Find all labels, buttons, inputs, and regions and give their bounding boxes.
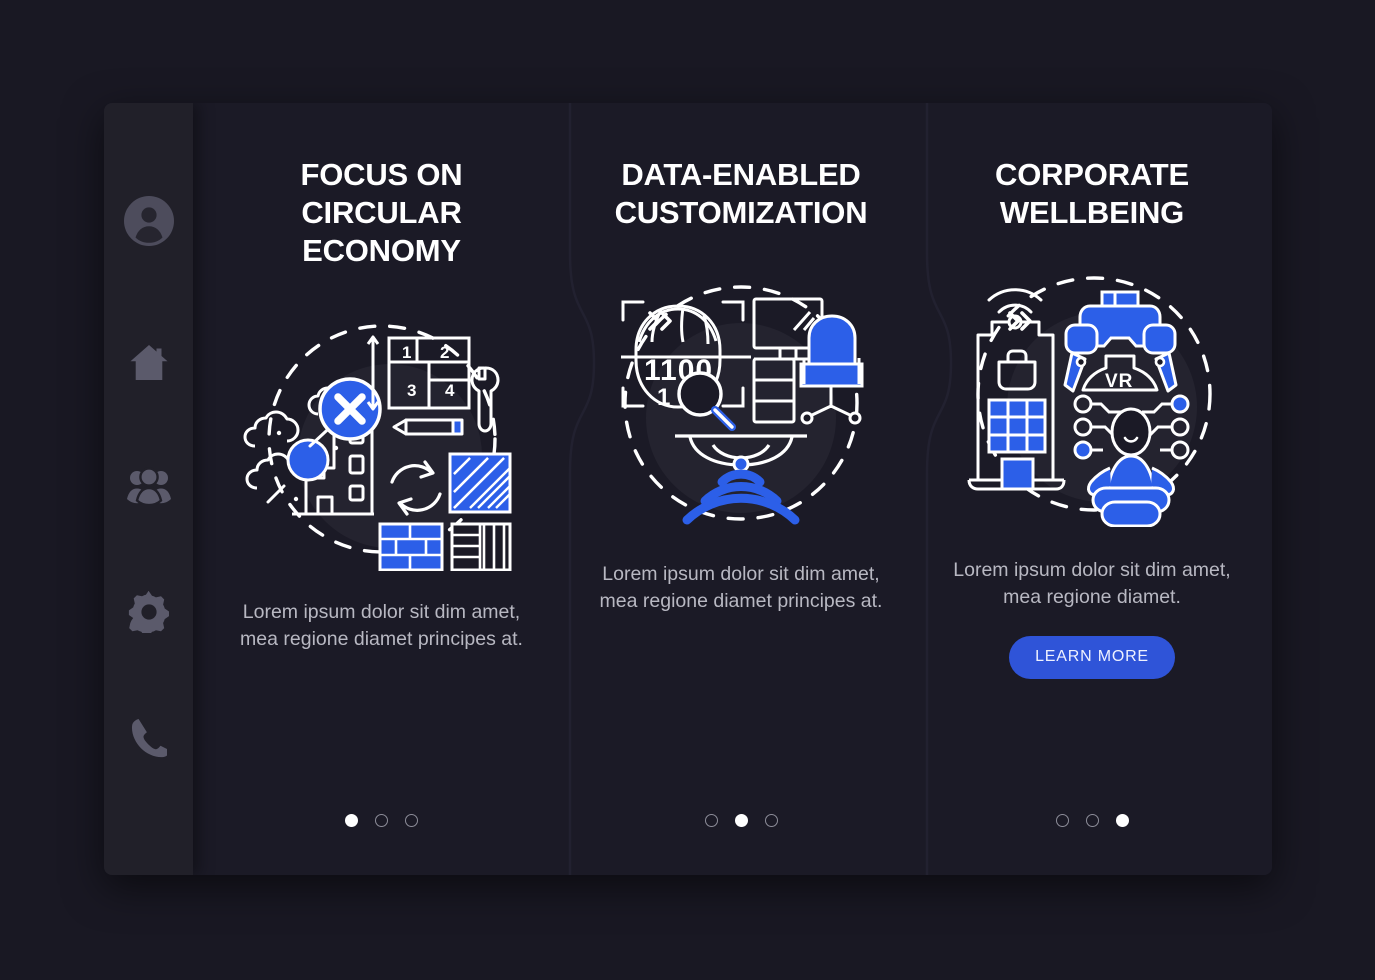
people-group-icon: [126, 465, 172, 505]
panel-body-text: Lorem ipsum dolor sit dim amet, mea regi…: [599, 563, 883, 612]
plan-label-3: 3: [407, 381, 416, 400]
sidebar-nav: [104, 103, 193, 875]
home-icon: [128, 343, 170, 383]
onboarding-panel-1: FOCUS ON CIRCULAR ECONOMY 1 2 3 4 Lorem …: [193, 103, 570, 875]
data-customization-illustration: 1100 1: [591, 258, 891, 533]
plan-label-1: 1: [402, 343, 411, 362]
double-chevron-right-icon: [1007, 310, 1035, 332]
user-avatar-icon: [123, 195, 175, 247]
panel-body-text: Lorem ipsum dolor sit dim amet, mea regi…: [953, 559, 1231, 608]
pagination-dot-3[interactable]: [764, 814, 778, 827]
pagination-dot-3[interactable]: [405, 814, 418, 827]
learn-more-button[interactable]: LEARN MORE: [1009, 636, 1175, 679]
vr-label: VR: [1105, 371, 1133, 392]
screen-root: FOCUS ON CIRCULAR ECONOMY 1 2 3 4 Lorem …: [0, 0, 1375, 980]
sidebar-item-profile[interactable]: [104, 195, 193, 247]
circular-economy-illustration: 1 2 3 4: [232, 296, 532, 571]
pagination-dot-2[interactable]: [375, 814, 388, 827]
panel-separator-chevron-2: [1007, 310, 1035, 332]
pagination-dots: [912, 814, 1272, 827]
pagination-dot-1[interactable]: [704, 814, 718, 827]
panel-title: FOCUS ON CIRCULAR ECONOMY: [300, 157, 463, 268]
panel-body-text: Lorem ipsum dolor sit dim amet, mea regi…: [240, 601, 523, 650]
plan-label-4: 4: [445, 381, 455, 400]
pagination-dot-2[interactable]: [1085, 814, 1099, 827]
panel-title: DATA-ENABLED CUSTOMIZATION: [614, 157, 868, 230]
pagination-dot-1[interactable]: [1055, 814, 1069, 827]
pagination-dot-2[interactable]: [734, 814, 748, 827]
pagination-dot-3[interactable]: [1115, 814, 1129, 827]
plan-label-2: 2: [440, 343, 449, 362]
onboarding-panel-3: CORPORATE WELLBEING VR Lorem ipsum dolor…: [912, 103, 1272, 875]
sidebar-item-settings[interactable]: [104, 591, 193, 633]
onboarding-card: FOCUS ON CIRCULAR ECONOMY 1 2 3 4 Lorem …: [104, 103, 1272, 875]
pagination-dot-1[interactable]: [345, 814, 358, 827]
pagination-dots: [193, 814, 570, 827]
sidebar-item-contact[interactable]: [104, 718, 193, 758]
pagination-dots: [555, 814, 927, 827]
panel-title: CORPORATE WELLBEING: [995, 157, 1189, 230]
double-chevron-right-icon: [647, 310, 675, 332]
phone-icon: [131, 718, 167, 758]
sidebar-item-team[interactable]: [104, 465, 193, 505]
sidebar-item-home[interactable]: [104, 343, 193, 383]
onboarding-panel-2: DATA-ENABLED CUSTOMIZATION 1100 1 Lorem …: [555, 103, 927, 875]
binary-label-1: 1: [657, 384, 670, 411]
corporate-wellbeing-illustration: VR: [942, 252, 1242, 527]
gear-icon: [128, 591, 170, 633]
panel-separator-chevron-1: [647, 310, 675, 332]
